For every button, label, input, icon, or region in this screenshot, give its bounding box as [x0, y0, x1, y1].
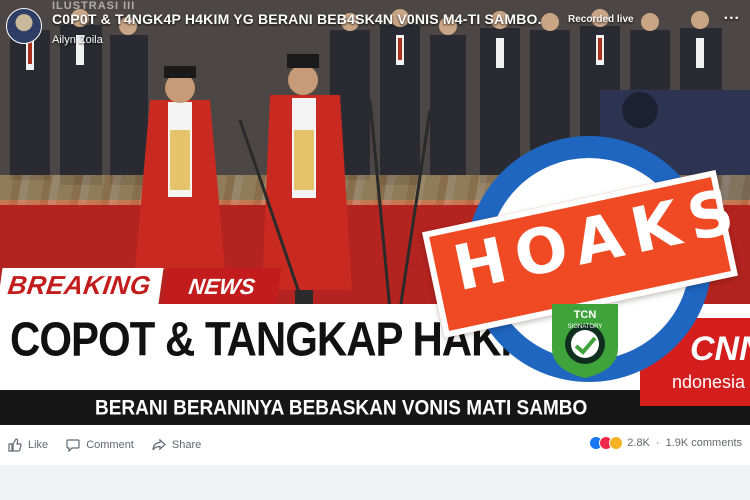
recorded-live-badge: Recorded live: [568, 14, 634, 25]
comment-icon: [66, 439, 80, 452]
thumbs-up-icon: [8, 438, 22, 452]
author-name[interactable]: Ailyn Zoila: [52, 34, 103, 46]
subheadline-bar: BERANI BERANINYA BEBASKAN VONIS MATI SAM…: [0, 390, 750, 425]
like-button[interactable]: Like: [8, 438, 48, 452]
share-label: Share: [171, 439, 202, 451]
reaction-count: 2.8K: [627, 437, 650, 449]
share-icon: [152, 438, 166, 451]
comment-label: Comment: [86, 439, 134, 451]
reaction-summary[interactable]: 2.8K · 1.9K comments: [589, 436, 742, 450]
author-avatar[interactable]: [6, 8, 42, 44]
post-title: C0P0T & T4NGK4P H4KIM YG BERANI BEB4SK4N…: [52, 11, 542, 27]
badge-subtext: SIGNATORY: [568, 324, 603, 330]
separator-dot: ·: [655, 437, 660, 449]
breaking-news-bar: BREAKING NEWS: [0, 268, 282, 304]
more-options-button[interactable]: ...: [724, 6, 740, 24]
feed-background: [0, 465, 750, 500]
news-label: NEWS: [162, 268, 282, 304]
facebook-post: ILUSTRASI III C0P0T & T4NGK4P H4KIM YG B…: [0, 0, 750, 500]
breaking-label: BREAKING: [0, 268, 164, 304]
like-label: Like: [28, 439, 49, 451]
haha-reaction-icon: [609, 436, 624, 450]
ifcn-signatory-badge: TCN SIGNATORY: [552, 304, 618, 378]
comment-count[interactable]: 1.9K comments: [666, 437, 742, 449]
share-button[interactable]: Share: [152, 438, 201, 452]
subheadline-text: BERANI BERANINYA BEBASKAN VONIS MATI SAM…: [95, 397, 588, 421]
comment-button[interactable]: Comment: [66, 438, 134, 452]
badge-text: TCN: [574, 309, 597, 321]
video-player[interactable]: ILUSTRASI III C0P0T & T4NGK4P H4KIM YG B…: [0, 0, 750, 425]
